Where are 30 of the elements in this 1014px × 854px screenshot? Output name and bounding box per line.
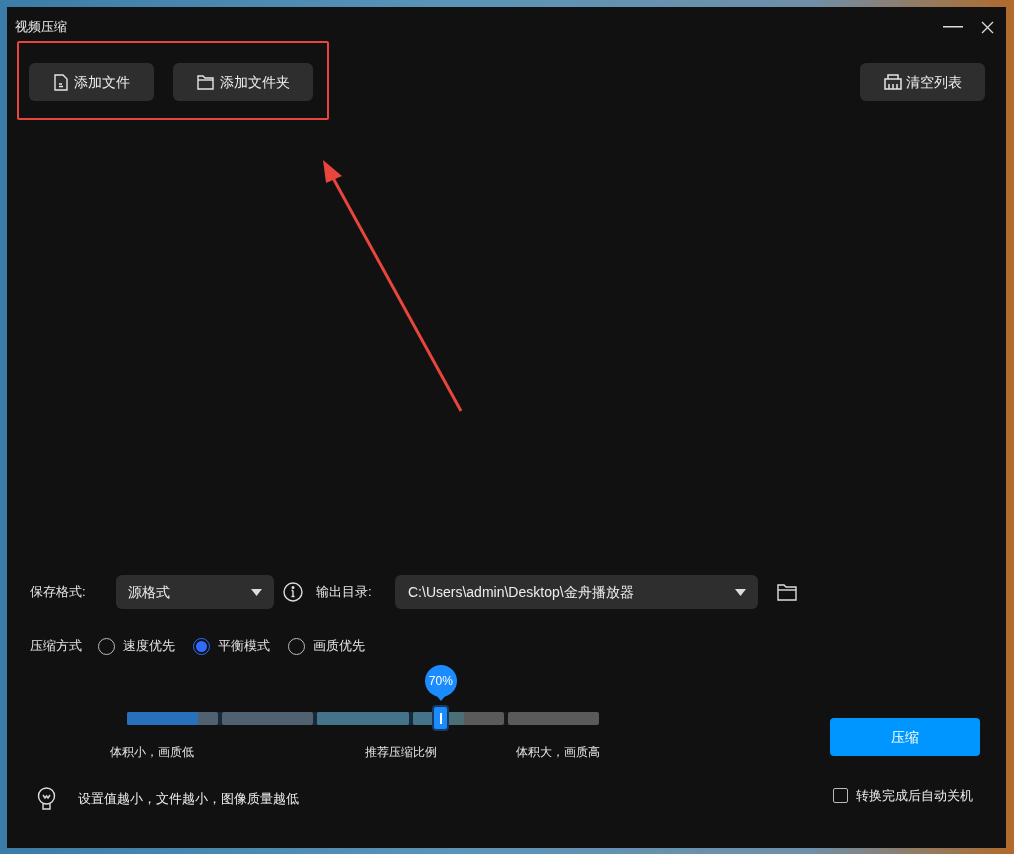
info-icon[interactable] [283,582,303,602]
radio-label[interactable]: 画质优先 [313,636,365,656]
checkbox-label[interactable]: 转换完成后自动关机 [856,786,973,806]
compression-mode-label: 压缩方式 [30,637,82,656]
scale-label: 体积小，画质低 [109,744,195,761]
scale-label: 推荐压缩比例 [364,744,438,761]
close-icon[interactable] [981,20,994,34]
folder-icon [196,74,214,90]
add-button[interactable]: 添加文件 [29,63,154,101]
add-button[interactable]: 添加文件夹 [173,63,313,101]
output-label: 输出目录: [316,583,373,602]
tip-text: 设置值越小，文件越小，图像质量越低 [78,790,299,809]
clear-list-button[interactable]: 清空列表 [860,63,985,101]
radio-label[interactable]: 速度优先 [123,636,175,656]
value-bubble: 70% [424,665,457,697]
window-title: 视频压缩 [15,18,67,37]
format-label: 保存格式: [30,583,87,602]
checkbox[interactable] [833,788,848,804]
radio-label[interactable]: 平衡模式 [218,636,270,656]
scale-label: 体积大，画质高 [515,744,601,761]
caret-icon [251,588,262,596]
lightbulb-icon [37,787,56,811]
document-icon [53,73,68,91]
format-dropdown[interactable]: 源格式 [116,575,274,609]
caret-icon [735,588,746,596]
minimize-icon[interactable] [943,26,963,28]
output-dropdown[interactable]: C:\Users\admin\Desktop\金舟播放器 [395,575,758,609]
basket-icon [883,74,902,90]
slider-thumb[interactable] [432,705,450,731]
folder-icon[interactable] [777,583,797,601]
